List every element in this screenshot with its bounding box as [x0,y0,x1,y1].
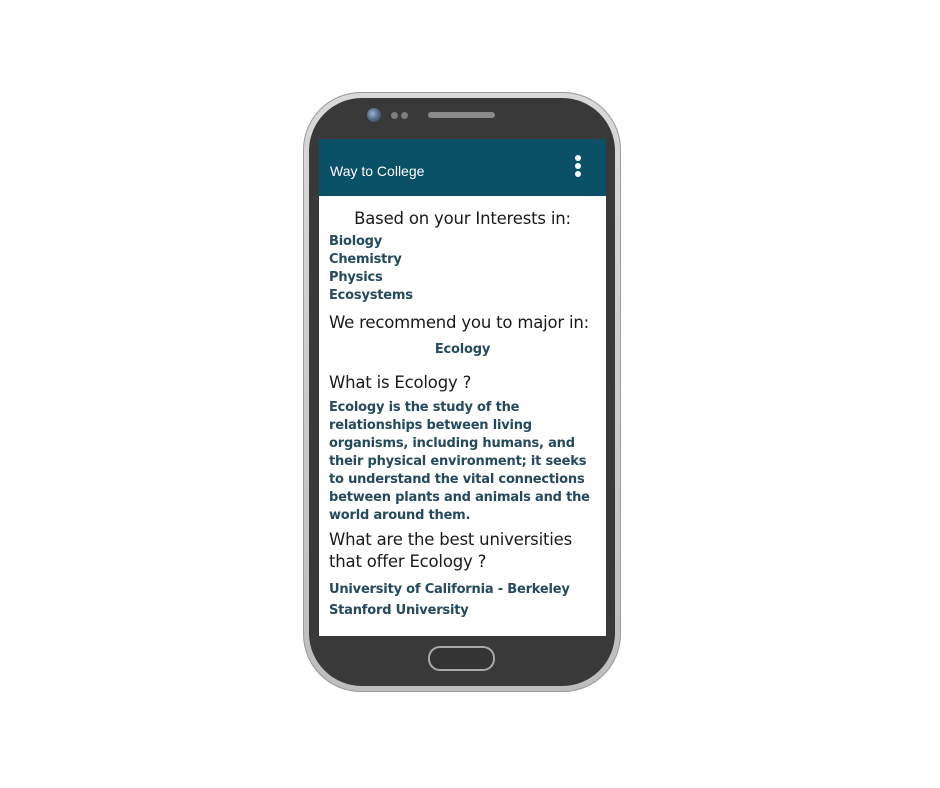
recommended-major: Ecology [434,342,491,357]
app-title: Way to College [330,163,425,179]
recommend-heading: We recommend you to major in: [329,313,590,332]
interest-item: Chemistry [329,252,402,267]
interest-item: Physics [329,270,383,285]
interest-item: Biology [329,234,383,249]
interest-item: Ecosystems [329,288,413,303]
speaker-grille [428,112,495,118]
sensor-dot [401,112,408,119]
interest-list: Biology Chemistry Physics Ecosystems [329,233,596,305]
about-heading: What is Ecology ? [329,373,472,392]
menu-dot [575,155,581,161]
phone-screen: Way to College Based on your Interests i… [319,139,606,636]
university-list: University of California - Berkeley Stan… [329,579,596,621]
more-vert-icon[interactable] [571,155,585,181]
interests-heading: Based on your Interests in: [354,209,571,228]
university-item[interactable]: Stanford University [329,600,596,621]
stage: Way to College Based on your Interests i… [0,0,940,788]
menu-dot [575,163,581,169]
camera-icon [367,108,381,122]
university-item[interactable]: University of California - Berkeley [329,579,596,600]
content: Based on your Interests in: Biology Chem… [319,208,606,621]
universities-heading: What are the best universities that offe… [329,530,572,571]
sensor-dot [391,112,398,119]
home-button[interactable] [428,646,495,671]
app-bar: Way to College [319,139,606,196]
menu-dot [575,171,581,177]
major-description: Ecology is the study of the relationship… [329,400,590,523]
